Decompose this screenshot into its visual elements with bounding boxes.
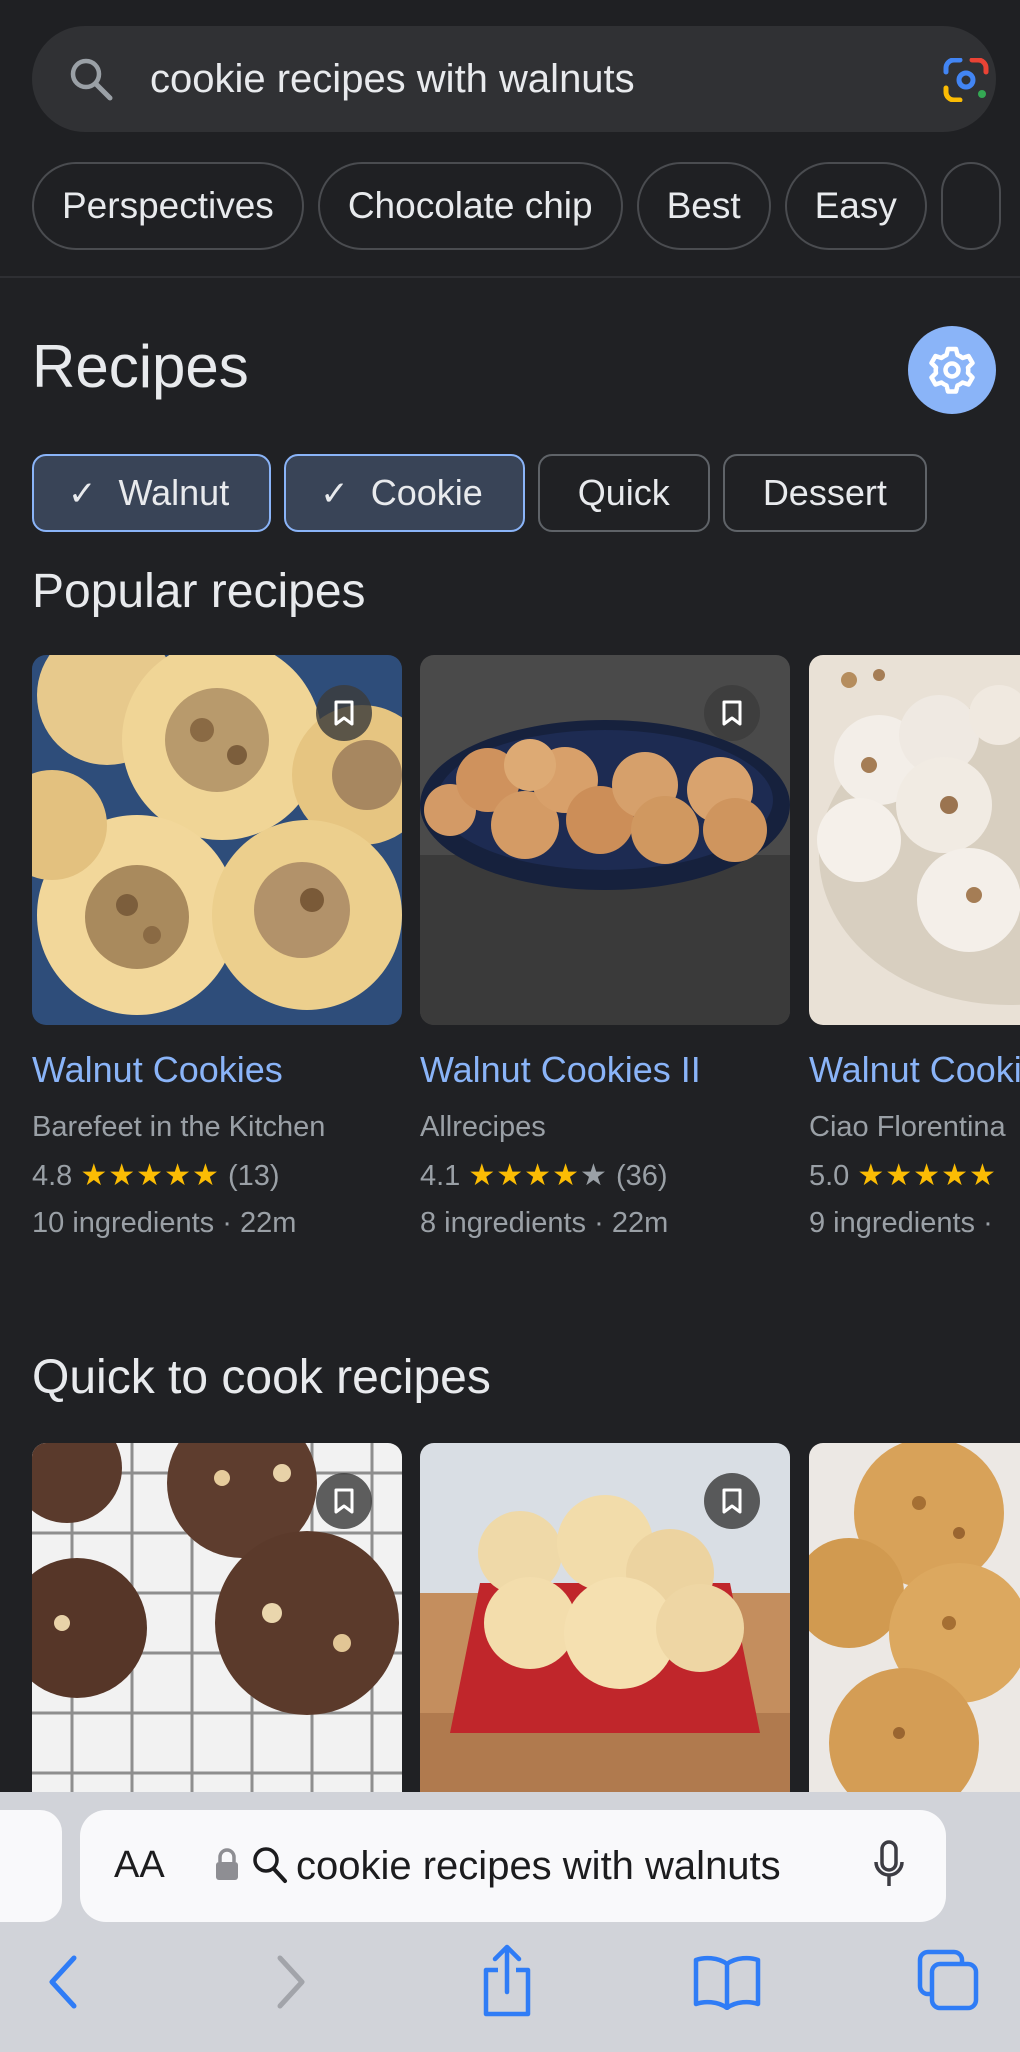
rating-stars: ★★★★★ bbox=[857, 1159, 997, 1192]
recipe-image bbox=[32, 655, 402, 1025]
recipe-image bbox=[809, 1443, 1020, 1792]
recipe-source: Ciao Florentina bbox=[809, 1111, 1006, 1143]
filter-label: Cookie bbox=[370, 472, 483, 513]
recipe-settings-button[interactable] bbox=[908, 326, 996, 414]
search-input[interactable]: cookie recipes with walnuts bbox=[150, 26, 635, 132]
recipe-meta: 8 ingredients · 22m bbox=[420, 1207, 669, 1239]
recipe-card[interactable] bbox=[809, 1443, 1020, 1792]
rating-value: 4.8 bbox=[32, 1160, 73, 1192]
bookmark-button[interactable] bbox=[316, 1473, 372, 1529]
recipe-rating: 5.0 ★★★★★ bbox=[809, 1158, 1020, 1193]
bookmark-button[interactable] bbox=[316, 685, 372, 741]
rating-stars: ★★★★ bbox=[468, 1159, 580, 1192]
filter-quick[interactable]: Quick bbox=[537, 454, 710, 532]
chip-easy[interactable]: Easy bbox=[784, 162, 927, 250]
filter-label: Walnut bbox=[118, 472, 230, 513]
forward-icon[interactable] bbox=[270, 1952, 310, 2012]
lock-icon bbox=[216, 1848, 238, 1880]
search-chips: Perspectives Chocolate chip Best Easy bbox=[32, 162, 1020, 250]
bookmark-icon bbox=[334, 1488, 354, 1514]
recipe-card[interactable] bbox=[420, 1443, 790, 1792]
recipe-image bbox=[809, 655, 1020, 1025]
bookmark-button[interactable] bbox=[704, 685, 760, 741]
recipe-image bbox=[420, 655, 790, 1025]
recipe-card[interactable] bbox=[32, 1443, 402, 1792]
google-lens-icon[interactable] bbox=[942, 58, 990, 102]
rating-star-empty: ★ bbox=[579, 1159, 608, 1192]
popular-recipes-carousel: Walnut Cookies Barefeet in the Kitchen 4… bbox=[32, 655, 1020, 1255]
address-bar[interactable]: AA cookie recipes with walnuts bbox=[80, 1810, 946, 1922]
bookmark-button[interactable] bbox=[704, 1473, 760, 1529]
filter-cookie[interactable]: ✓ Cookie bbox=[284, 454, 525, 532]
bookmark-icon bbox=[722, 1488, 742, 1514]
recipe-image bbox=[32, 1443, 402, 1792]
back-icon[interactable] bbox=[44, 1952, 84, 2012]
recipe-image bbox=[420, 1443, 790, 1792]
review-count: (36) bbox=[615, 1160, 668, 1192]
chip-chocolate-chip[interactable]: Chocolate chip bbox=[317, 162, 623, 250]
tabs-icon[interactable] bbox=[916, 1948, 980, 2012]
search-icon bbox=[70, 58, 113, 101]
filter-walnut[interactable]: ✓ Walnut bbox=[32, 454, 272, 532]
recipe-source: Barefeet in the Kitchen bbox=[32, 1111, 326, 1143]
chip-more[interactable] bbox=[940, 162, 1001, 250]
recipe-title[interactable]: Walnut Cookies bbox=[32, 1049, 402, 1091]
bookmark-icon bbox=[722, 700, 742, 726]
share-icon[interactable] bbox=[478, 1944, 536, 2018]
rating-value: 5.0 bbox=[809, 1160, 850, 1192]
recipe-rating: 4.8 ★★★★★ (13) bbox=[32, 1158, 402, 1193]
bookmarks-icon[interactable] bbox=[692, 1954, 762, 2010]
recipe-title[interactable]: Walnut Cookies II bbox=[420, 1049, 790, 1091]
rating-stars: ★★★★★ bbox=[80, 1159, 220, 1192]
search-header: cookie recipes with walnuts Perspectives… bbox=[0, 0, 1020, 278]
rating-value: 4.1 bbox=[420, 1160, 461, 1192]
browser-bottom-bar: AA cookie recipes with walnuts bbox=[0, 1792, 1020, 2052]
previous-tab-preview[interactable] bbox=[0, 1810, 62, 1922]
recipes-title: Recipes bbox=[32, 333, 249, 400]
recipe-filters: ✓ Walnut ✓ Cookie Quick Dessert bbox=[32, 454, 1020, 534]
search-bar[interactable]: cookie recipes with walnuts bbox=[32, 26, 996, 132]
search-icon bbox=[253, 1847, 287, 1883]
browser-toolbar bbox=[0, 1942, 1020, 2032]
recipe-meta: 9 ingredients · bbox=[809, 1207, 993, 1239]
check-icon: ✓ bbox=[320, 475, 349, 513]
filter-dessert[interactable]: Dessert bbox=[722, 454, 927, 532]
review-count: (13) bbox=[227, 1160, 280, 1192]
microphone-icon[interactable] bbox=[872, 1840, 906, 1892]
recipe-meta: 10 ingredients · 22m bbox=[32, 1207, 297, 1239]
chip-best[interactable]: Best bbox=[636, 162, 771, 250]
gear-icon bbox=[929, 346, 975, 394]
popular-recipes-heading: Popular recipes bbox=[32, 565, 366, 618]
check-icon: ✓ bbox=[68, 475, 97, 513]
recipe-title[interactable]: Walnut Cookies bbox=[809, 1049, 1020, 1091]
quick-recipes-heading: Quick to cook recipes bbox=[32, 1351, 491, 1404]
recipe-card[interactable]: Walnut Cookies II Allrecipes 4.1 ★★★★★ (… bbox=[420, 655, 790, 1240]
chip-perspectives[interactable]: Perspectives bbox=[32, 162, 304, 250]
recipe-card[interactable]: Walnut Cookies Barefeet in the Kitchen 4… bbox=[32, 655, 402, 1240]
recipe-rating: 4.1 ★★★★★ (36) bbox=[420, 1158, 790, 1193]
recipe-source: Allrecipes bbox=[420, 1111, 546, 1143]
recipe-card[interactable]: Walnut Cookies Ciao Florentina 5.0 ★★★★★… bbox=[809, 655, 1020, 1240]
bookmark-icon bbox=[334, 700, 354, 726]
reader-settings-button[interactable]: AA bbox=[114, 1844, 165, 1887]
quick-recipes-carousel bbox=[32, 1443, 1020, 1792]
address-text[interactable]: cookie recipes with walnuts bbox=[296, 1810, 866, 1922]
